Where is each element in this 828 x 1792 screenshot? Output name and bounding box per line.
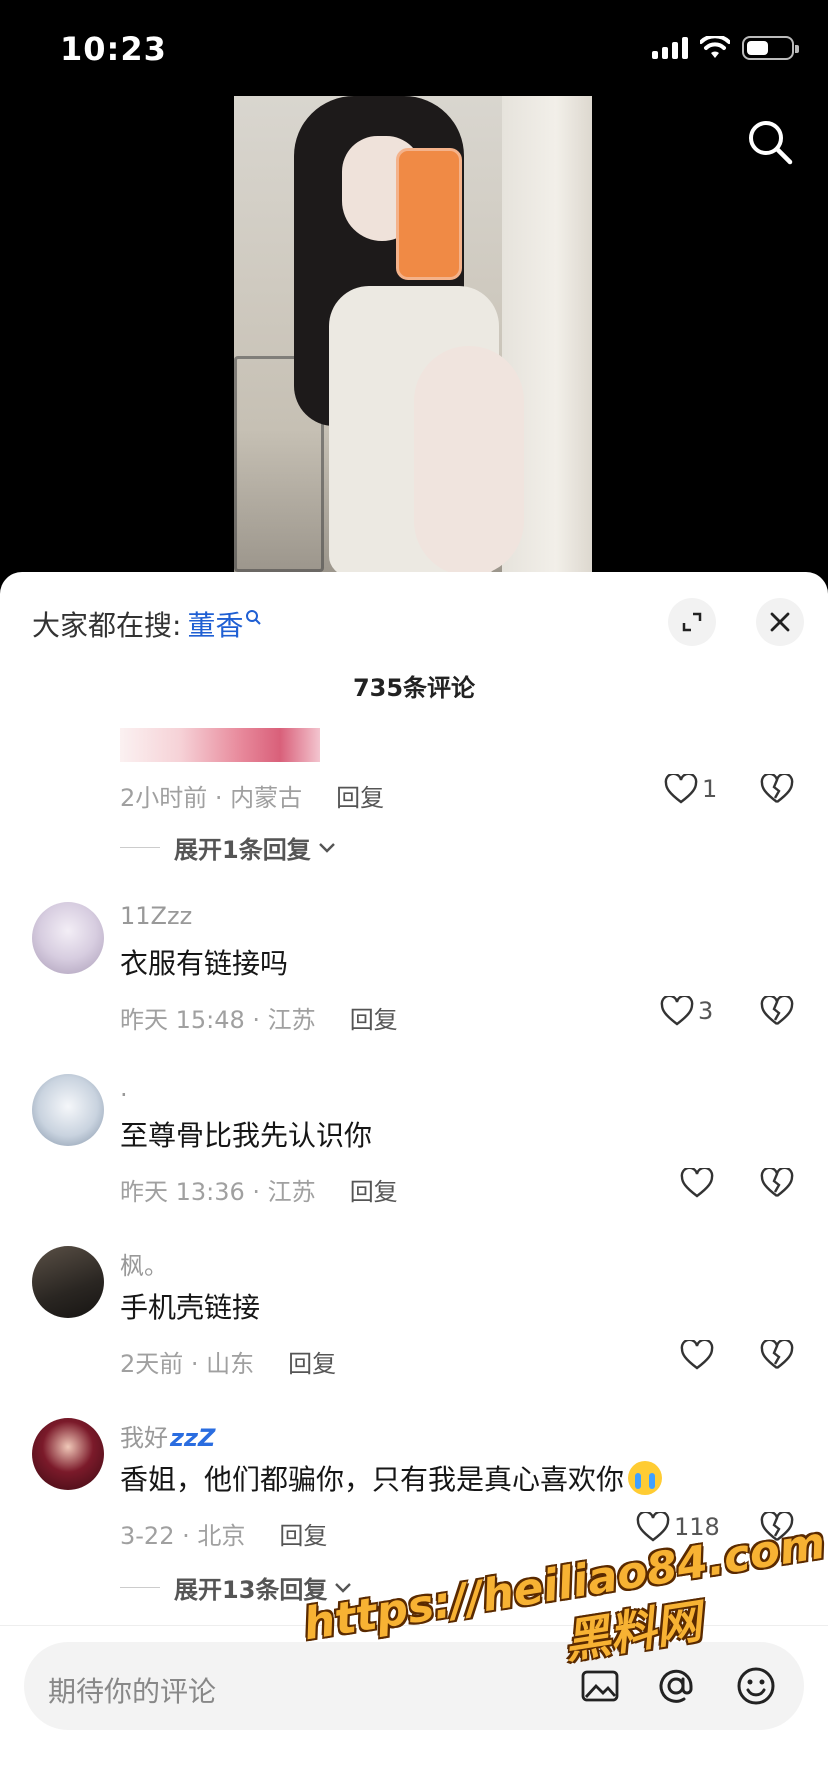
sleep-badge-icon: zzZ xyxy=(170,1424,216,1452)
heart-icon xyxy=(680,1340,714,1370)
comment-username[interactable]: 枫。 xyxy=(120,1246,168,1281)
heart-icon xyxy=(660,996,694,1026)
comment-text: 香姐，他们都骗你，只有我是真心喜欢你 xyxy=(120,1458,663,1498)
like-button[interactable] xyxy=(680,1168,718,1198)
heart-icon xyxy=(680,1168,714,1198)
avatar[interactable] xyxy=(32,1246,104,1318)
reply-button[interactable]: 回复 xyxy=(350,1178,398,1206)
hot-search-prefix: 大家都在搜: xyxy=(32,609,182,642)
comment-username[interactable]: 我好zzZ xyxy=(120,1418,215,1453)
comment-username[interactable]: 11Zzz xyxy=(120,902,192,930)
reply-button[interactable]: 回复 xyxy=(279,1522,327,1550)
reply-button[interactable]: 回复 xyxy=(288,1350,336,1378)
cellular-signal-icon xyxy=(652,37,688,59)
comment-meta: 昨天 13:36 · 江苏 回复 xyxy=(120,1178,398,1206)
expand-replies-button[interactable]: 展开1条回复 xyxy=(120,830,337,865)
like-button[interactable]: 3 xyxy=(660,996,713,1026)
status-icons xyxy=(652,36,799,60)
crying-emoji-icon xyxy=(628,1461,663,1495)
expand-icon xyxy=(682,612,702,632)
comment-input-placeholder[interactable]: 期待你的评论 xyxy=(48,1670,216,1710)
reply-button[interactable]: 回复 xyxy=(350,1006,398,1034)
comment-text: 手机壳链接 xyxy=(120,1291,261,1324)
comment-meta: 昨天 15:48 · 江苏 回复 xyxy=(120,1006,398,1034)
battery-icon xyxy=(742,36,799,60)
wifi-icon xyxy=(700,36,730,58)
comment-count: 735条评论 xyxy=(352,674,476,702)
close-button[interactable] xyxy=(756,598,804,646)
like-count: 3 xyxy=(698,997,714,1025)
avatar[interactable] xyxy=(32,1418,104,1490)
small-search-icon xyxy=(246,610,262,625)
broken-heart-icon[interactable] xyxy=(760,1340,794,1370)
at-icon[interactable] xyxy=(654,1664,698,1708)
avatar[interactable] xyxy=(32,1074,104,1146)
like-button[interactable] xyxy=(680,1340,718,1370)
comment-meta: 3-22 · 北京 回复 xyxy=(120,1522,328,1550)
broken-heart-icon[interactable] xyxy=(760,996,794,1026)
chevron-down-icon xyxy=(318,842,335,853)
comment-meta: 2天前 · 山东 回复 xyxy=(120,1350,337,1378)
comment-text: 至尊骨比我先认识你 xyxy=(120,1119,373,1152)
expand-button[interactable] xyxy=(668,598,716,646)
avatar[interactable] xyxy=(32,902,104,974)
comment-username[interactable]: . xyxy=(120,1074,128,1102)
broken-heart-icon[interactable] xyxy=(760,774,794,804)
close-icon xyxy=(770,612,790,632)
hot-search-keyword[interactable]: 董香 xyxy=(187,604,243,644)
comment-image[interactable] xyxy=(120,728,320,762)
heart-icon xyxy=(636,1512,670,1542)
video-frame-image[interactable] xyxy=(234,96,592,572)
heart-icon xyxy=(664,774,698,804)
search-icon[interactable] xyxy=(744,116,796,168)
status-bar: 10:23 xyxy=(0,0,828,96)
image-icon[interactable] xyxy=(578,1664,622,1708)
video-area[interactable] xyxy=(0,96,828,576)
broken-heart-icon[interactable] xyxy=(760,1168,794,1198)
like-count: 1 xyxy=(702,775,718,803)
reply-button[interactable]: 回复 xyxy=(336,784,384,812)
hot-search-bar[interactable]: 大家都在搜: 董香 xyxy=(32,604,262,644)
like-button[interactable]: 1 xyxy=(664,774,717,804)
status-time: 10:23 xyxy=(60,30,167,68)
emoji-icon[interactable] xyxy=(734,1664,778,1708)
comment-text: 衣服有链接吗 xyxy=(120,947,289,980)
comment-meta: 2小时前 · 内蒙古 回复 xyxy=(120,784,385,812)
